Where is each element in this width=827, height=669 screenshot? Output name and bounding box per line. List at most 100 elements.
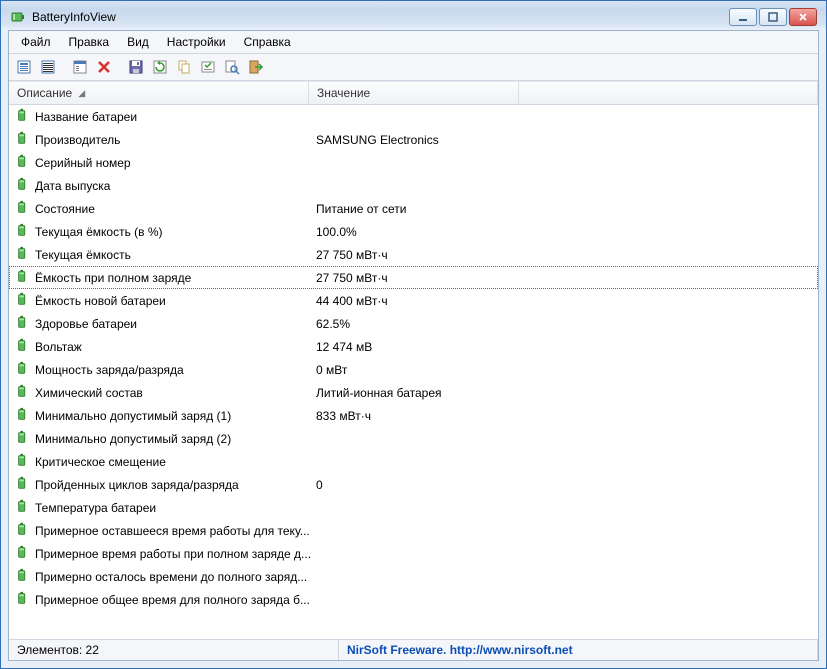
list-item[interactable]: Химический составЛитий-ионная батарея [9,381,818,404]
column-value[interactable]: Значение [309,82,519,104]
listview[interactable]: Описание ◢ Значение Название батареи Прои… [9,81,818,639]
list-item[interactable]: ПроизводительSAMSUNG Electronics [9,128,818,151]
cell-value [310,162,520,164]
list-item[interactable]: Примерно осталось времени до полного зар… [9,565,818,588]
list-item[interactable]: Мощность заряда/разряда0 мВт [9,358,818,381]
toolbar-refresh-icon[interactable] [149,56,171,78]
cell-description: Текущая ёмкость (в %) [10,222,310,241]
list-item[interactable]: Ёмкость при полном заряде27 750 мВт·ч [9,266,818,289]
cell-value: 44 400 мВт·ч [310,293,520,309]
cell-description: Примерное время работы при полном заряде… [10,544,310,563]
battery-icon [16,223,30,240]
battery-icon [16,200,30,217]
toolbar-find-icon[interactable] [221,56,243,78]
cell-description: Температура батареи [10,498,310,517]
cell-description: Минимально допустимый заряд (2) [10,429,310,448]
cell-value: 833 мВт·ч [310,408,520,424]
toolbar-exit-icon[interactable] [245,56,267,78]
cell-description: Пройденных циклов заряда/разряда [10,475,310,494]
cell-description: Примерное оставшееся время работы для те… [10,521,310,540]
battery-icon [16,315,30,332]
minimize-button[interactable] [729,8,757,26]
titlebar[interactable]: BatteryInfoView [8,8,819,30]
cell-value: Литий-ионная батарея [310,385,520,401]
battery-icon [16,453,30,470]
list-item[interactable]: Минимально допустимый заряд (2) [9,427,818,450]
list-item[interactable]: Примерное время работы при полном заряде… [9,542,818,565]
battery-icon [16,292,30,309]
list-item[interactable]: Минимально допустимый заряд (1)833 мВт·ч [9,404,818,427]
menu-view[interactable]: Вид [119,33,157,51]
cell-description: Дата выпуска [10,176,310,195]
toolbar-options-icon[interactable] [197,56,219,78]
cell-value [310,185,520,187]
status-credits: NirSoft Freeware. http://www.nirsoft.net [339,640,818,660]
cell-description: Минимально допустимый заряд (1) [10,406,310,425]
cell-value: 12 474 мВ [310,339,520,355]
list-item[interactable]: Ёмкость новой батареи44 400 мВт·ч [9,289,818,312]
list-item[interactable]: Критическое смещение [9,450,818,473]
window-title: BatteryInfoView [32,10,723,24]
column-description[interactable]: Описание ◢ [9,82,309,104]
cell-value: 100.0% [310,224,520,240]
list-item[interactable]: Серийный номер [9,151,818,174]
client-area: Файл Правка Вид Настройки Справка [8,30,819,661]
toolbar-save-icon[interactable] [125,56,147,78]
cell-value: 27 750 мВт·ч [310,247,520,263]
statusbar: Элементов: 22 NirSoft Freeware. http://w… [9,639,818,660]
cell-value [310,576,520,578]
list-item[interactable]: Вольтаж12 474 мВ [9,335,818,358]
battery-icon [16,430,30,447]
list-item[interactable]: Примерное оставшееся время работы для те… [9,519,818,542]
cell-value [310,116,520,118]
battery-icon [16,384,30,401]
cell-value: SAMSUNG Electronics [310,132,520,148]
list-item[interactable]: Пройденных циклов заряда/разряда0 [9,473,818,496]
toolbar-copy-icon[interactable] [173,56,195,78]
menu-edit[interactable]: Правка [61,33,118,51]
status-item-count: Элементов: 22 [9,640,339,660]
list-item[interactable]: Температура батареи [9,496,818,519]
battery-icon [16,545,30,562]
list-item[interactable]: Название батареи [9,105,818,128]
cell-value: 0 [310,477,520,493]
cell-value: Питание от сети [310,201,520,217]
battery-icon [16,108,30,125]
cell-description: Ёмкость при полном заряде [10,268,310,287]
toolbar-log-view-icon[interactable] [37,56,59,78]
cell-description: Производитель [10,130,310,149]
toolbar [9,54,818,81]
list-item[interactable]: СостояниеПитание от сети [9,197,818,220]
toolbar-summary-view-icon[interactable] [13,56,35,78]
list-item[interactable]: Текущая ёмкость (в %)100.0% [9,220,818,243]
cell-value [310,599,520,601]
cell-value [310,530,520,532]
list-item[interactable]: Примерное общее время для полного заряда… [9,588,818,611]
list-item[interactable]: Дата выпуска [9,174,818,197]
app-window: BatteryInfoView Файл Правка Вид Настройк… [0,0,827,669]
menu-help[interactable]: Справка [236,33,299,51]
battery-icon [16,476,30,493]
cell-description: Название батареи [10,107,310,126]
battery-icon [16,246,30,263]
cell-value [310,507,520,509]
battery-icon [16,499,30,516]
toolbar-clear-icon[interactable] [93,56,115,78]
maximize-button[interactable] [759,8,787,26]
column-spacer[interactable] [519,82,818,104]
cell-description: Вольтаж [10,337,310,356]
cell-value [310,553,520,555]
battery-icon [16,177,30,194]
cell-value: 27 750 мВт·ч [310,270,520,286]
list-item[interactable]: Текущая ёмкость27 750 мВт·ч [9,243,818,266]
toolbar-properties-icon[interactable] [69,56,91,78]
cell-description: Примерно осталось времени до полного зар… [10,567,310,586]
menu-options[interactable]: Настройки [159,33,234,51]
menu-file[interactable]: Файл [13,33,59,51]
cell-description: Ёмкость новой батареи [10,291,310,310]
cell-description: Серийный номер [10,153,310,172]
cell-value [310,461,520,463]
close-button[interactable] [789,8,817,26]
list-item[interactable]: Здоровье батареи62.5% [9,312,818,335]
cell-description: Химический состав [10,383,310,402]
